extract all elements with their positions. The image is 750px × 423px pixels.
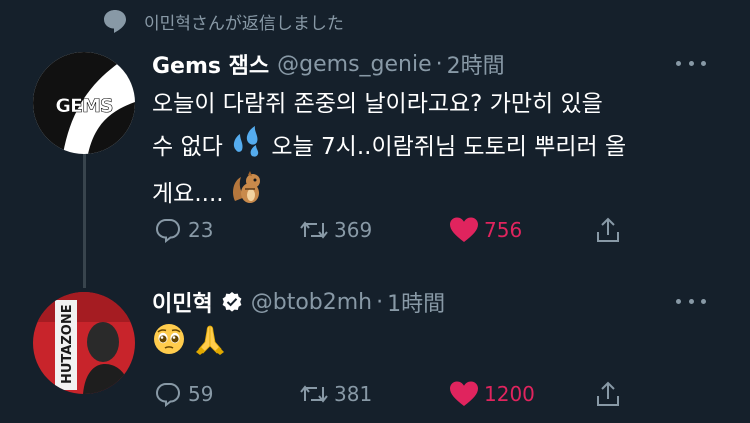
reply-count: 59 — [188, 382, 214, 406]
share-button[interactable] — [592, 378, 628, 410]
like-count: 756 — [484, 218, 523, 242]
avatar-logo-text: HUTAZONE — [60, 304, 75, 384]
display-name[interactable]: 이민혁 — [152, 286, 213, 318]
retweet-button[interactable]: 381 — [298, 378, 372, 410]
retweet-count: 369 — [334, 218, 373, 242]
tweet-text — [152, 322, 720, 369]
sweat-droplets-emoji — [230, 124, 264, 171]
timestamp[interactable]: 2時間 — [447, 48, 505, 80]
timestamp[interactable]: 1時間 — [387, 286, 445, 318]
more-options-icon[interactable] — [676, 290, 706, 312]
reply-context-text[interactable]: 이민혁さんが返信しました — [144, 9, 344, 34]
tweet-text-line: 수 없다 — [152, 134, 223, 160]
tweet-header: Gems 잼스 @gems_genie · 2時間 — [152, 44, 720, 84]
more-options-icon[interactable] — [676, 52, 706, 74]
reply-button[interactable]: 23 — [152, 214, 213, 246]
like-count: 1200 — [484, 382, 535, 406]
heart-icon — [448, 214, 480, 246]
reply-button[interactable]: 59 — [152, 378, 213, 410]
separator-dot: · — [435, 51, 443, 77]
chipmunk-emoji — [231, 171, 263, 218]
tweet-text-line: 게요.... — [152, 181, 224, 207]
share-icon — [592, 214, 624, 246]
reply-count: 23 — [188, 218, 214, 242]
share-icon — [592, 378, 624, 410]
share-button[interactable] — [592, 214, 628, 246]
reply-context: 이민혁さんが返信しました — [100, 6, 344, 36]
verified-badge-icon — [221, 291, 243, 313]
heart-icon — [448, 378, 480, 410]
tweet-header: 이민혁 @btob2mh · 1時間 — [152, 282, 720, 322]
like-button[interactable]: 756 — [448, 214, 522, 246]
folded-hands-emoji — [193, 322, 227, 369]
tweet-text-line: 오늘이 다람쥐 존중의 날이라고요? 가만히 있을 — [152, 91, 603, 117]
user-handle[interactable]: @gems_genie — [277, 52, 431, 77]
avatar-logo-text: GEMS — [55, 95, 112, 117]
thread-connector — [83, 146, 86, 288]
retweet-count: 381 — [334, 382, 373, 406]
tweet-text-line: 오늘 7시..이람쥐님 도토리 뿌리러 올 — [271, 134, 627, 160]
like-button[interactable]: 1200 — [448, 378, 535, 410]
reply-icon — [152, 214, 184, 246]
retweet-icon — [298, 214, 330, 246]
display-name[interactable]: Gems 잼스 — [152, 48, 269, 80]
reply-icon — [152, 378, 184, 410]
retweet-button[interactable]: 369 — [298, 214, 372, 246]
tweet-text: 오늘이 다람쥐 존중의 날이라고요? 가만히 있을 수 없다 오늘 7시..이람… — [152, 84, 720, 218]
retweet-icon — [298, 378, 330, 410]
avatar[interactable]: GEMS — [33, 52, 135, 154]
pleading-face-emoji — [152, 322, 186, 369]
user-handle[interactable]: @btob2mh — [251, 290, 372, 315]
avatar[interactable]: HUTAZONE — [33, 292, 135, 394]
separator-dot: · — [376, 289, 384, 315]
speech-bubble-icon — [100, 6, 130, 36]
